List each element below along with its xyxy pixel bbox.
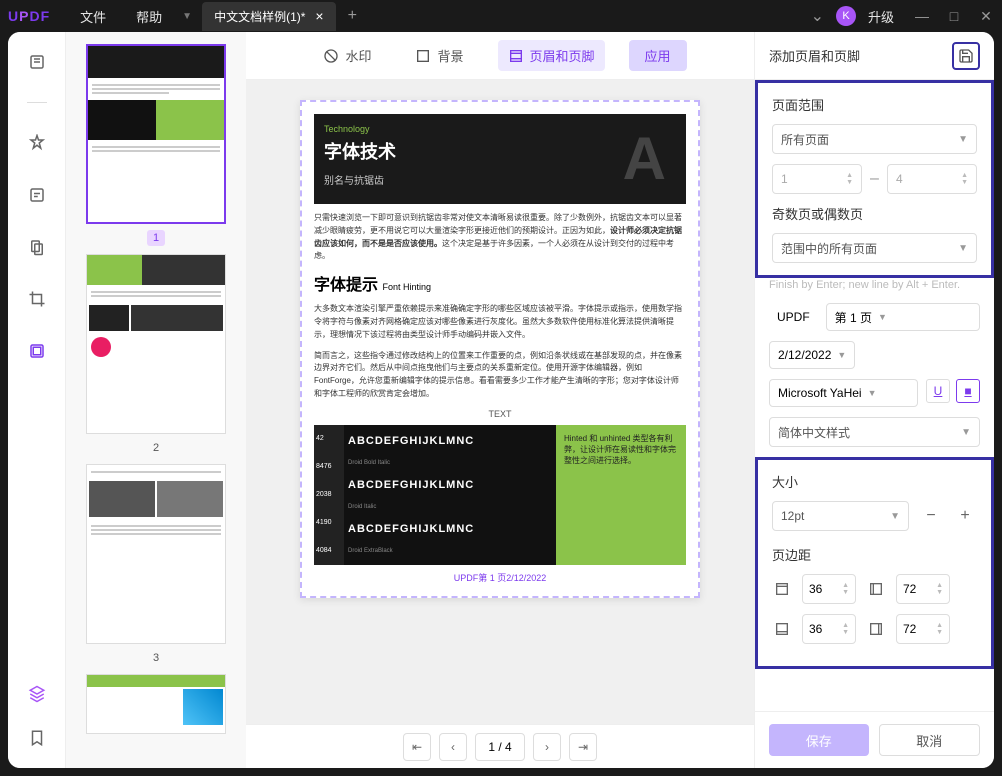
page-number-input[interactable] (475, 733, 525, 761)
tool-page-icon[interactable] (25, 339, 49, 363)
thumbnail-page-1[interactable] (86, 44, 226, 224)
margin-top-icon (772, 579, 792, 599)
page-to-input[interactable]: 4▲▼ (887, 164, 977, 194)
tool-bookmark-icon[interactable] (25, 726, 49, 750)
toolbar-watermark[interactable]: 水印 (313, 40, 381, 71)
document-page: Technology 字体技术 别名与抗锯齿 A 只需快速浏览一下即可意识到抗锯… (300, 100, 700, 598)
tool-comment-icon[interactable] (25, 131, 49, 155)
hint-heading: 字体提示 Font Hinting (314, 271, 686, 295)
page-range-select[interactable]: 所有页面▼ (772, 124, 977, 154)
tool-organize-icon[interactable] (25, 235, 49, 259)
tool-edit-icon[interactable] (25, 183, 49, 207)
chevron-down-icon[interactable]: ⌄ (811, 6, 824, 26)
body-paragraph-1: 只需快速浏览一下即可意识到抗锯齿非常对使文本清晰易读很重要。除了少数例外，抗锯齿… (314, 212, 686, 263)
panel-title: 添加页眉和页脚 (769, 46, 860, 65)
thumbnail-number-1: 1 (147, 230, 165, 246)
tab-add-icon[interactable]: + (348, 7, 357, 25)
text-label: TEXT (314, 409, 686, 419)
margin-right-input[interactable]: 72▲▼ (896, 614, 950, 644)
save-preset-icon[interactable] (952, 42, 980, 70)
toolbar-header-footer[interactable]: 页眉和页脚 (498, 40, 605, 71)
menu-file[interactable]: 文件 (80, 7, 106, 26)
thumbnail-panel: 1 2 3 (66, 32, 246, 768)
date-select[interactable]: 2/12/2022▼ (769, 341, 855, 369)
body-paragraph-2: 大多数文本渲染引擎严重依赖提示来准确确定字形的哪些区域应该被平滑。字体提示或指示… (314, 303, 686, 341)
page-range-label: 页面范围 (772, 95, 977, 114)
input-hint: Finish by Enter; new line by Alt + Enter… (755, 278, 994, 303)
margin-left-input[interactable]: 72▲▼ (896, 574, 950, 604)
thumbnail-page-4[interactable] (86, 674, 226, 734)
save-button[interactable]: 保存 (769, 724, 869, 756)
size-label: 大小 (772, 472, 977, 491)
page-last-button[interactable]: ⇥ (569, 733, 597, 761)
size-decrease-button[interactable]: − (919, 504, 943, 528)
user-avatar[interactable]: K (836, 6, 856, 26)
document-tab[interactable]: 中文文档样例(1)* × (202, 2, 336, 31)
size-increase-button[interactable]: + (953, 504, 977, 528)
toolbar-apply-button[interactable]: 应用 (629, 40, 687, 71)
page-next-button[interactable]: › (533, 733, 561, 761)
green-info-box: Hinted 和 unhinted 类型各有利弊，让设计师在易读性和字体完整性之… (556, 425, 686, 565)
thumbnail-number-2: 2 (147, 440, 165, 456)
cancel-button[interactable]: 取消 (879, 724, 981, 756)
parity-select[interactable]: 范围中的所有页面▼ (772, 233, 977, 263)
thumbnail-page-3[interactable] (86, 464, 226, 644)
menu-help[interactable]: 帮助 (136, 7, 162, 26)
page-number-select[interactable]: 第 1 页▼ (826, 303, 980, 331)
style-select[interactable]: 简体中文样式▼ (769, 417, 980, 447)
margin-left-icon (866, 579, 886, 599)
app-logo: UPDF (8, 8, 50, 24)
margins-label: 页边距 (772, 545, 977, 564)
upgrade-link[interactable]: 升级 (868, 7, 894, 26)
size-select[interactable]: 12pt▼ (772, 501, 909, 531)
toolbar-background[interactable]: 背景 (405, 40, 473, 71)
tab-dropdown-icon[interactable]: ▼ (182, 11, 192, 22)
color-button[interactable]: ■ (956, 379, 980, 403)
decorative-a: A (623, 124, 666, 193)
tool-crop-icon[interactable] (25, 287, 49, 311)
thumbnail-page-2[interactable] (86, 254, 226, 434)
margin-bottom-icon (772, 619, 792, 639)
page-prev-button[interactable]: ‹ (439, 733, 467, 761)
margin-bottom-input[interactable]: 36▲▼ (802, 614, 856, 644)
window-close-icon[interactable]: ✕ (978, 8, 994, 25)
tool-reader-icon[interactable] (25, 50, 49, 74)
underline-button[interactable]: U (926, 379, 950, 403)
margin-top-input[interactable]: 36▲▼ (802, 574, 856, 604)
window-maximize-icon[interactable]: □ (946, 8, 962, 25)
body-paragraph-3: 简而言之，这些指令通过修改结构上的位置来工作重要的点，例如沿条状线或在基部发现的… (314, 350, 686, 401)
page-first-button[interactable]: ⇤ (403, 733, 431, 761)
window-minimize-icon[interactable]: — (914, 8, 930, 25)
tab-close-icon[interactable]: × (315, 8, 323, 24)
brand-text: UPDF (769, 303, 818, 331)
tool-layers-icon[interactable] (25, 682, 49, 706)
margin-right-icon (866, 619, 886, 639)
tab-title: 中文文档样例(1)* (214, 8, 305, 25)
range-dash: – (870, 170, 879, 188)
page-footer-text: UPDF第 1 页2/12/2022 (314, 571, 686, 584)
font-select[interactable]: Microsoft YaHei▼ (769, 379, 918, 407)
page-from-input[interactable]: 1▲▼ (772, 164, 862, 194)
parity-label: 奇数页或偶数页 (772, 204, 977, 223)
thumbnail-number-3: 3 (147, 650, 165, 666)
